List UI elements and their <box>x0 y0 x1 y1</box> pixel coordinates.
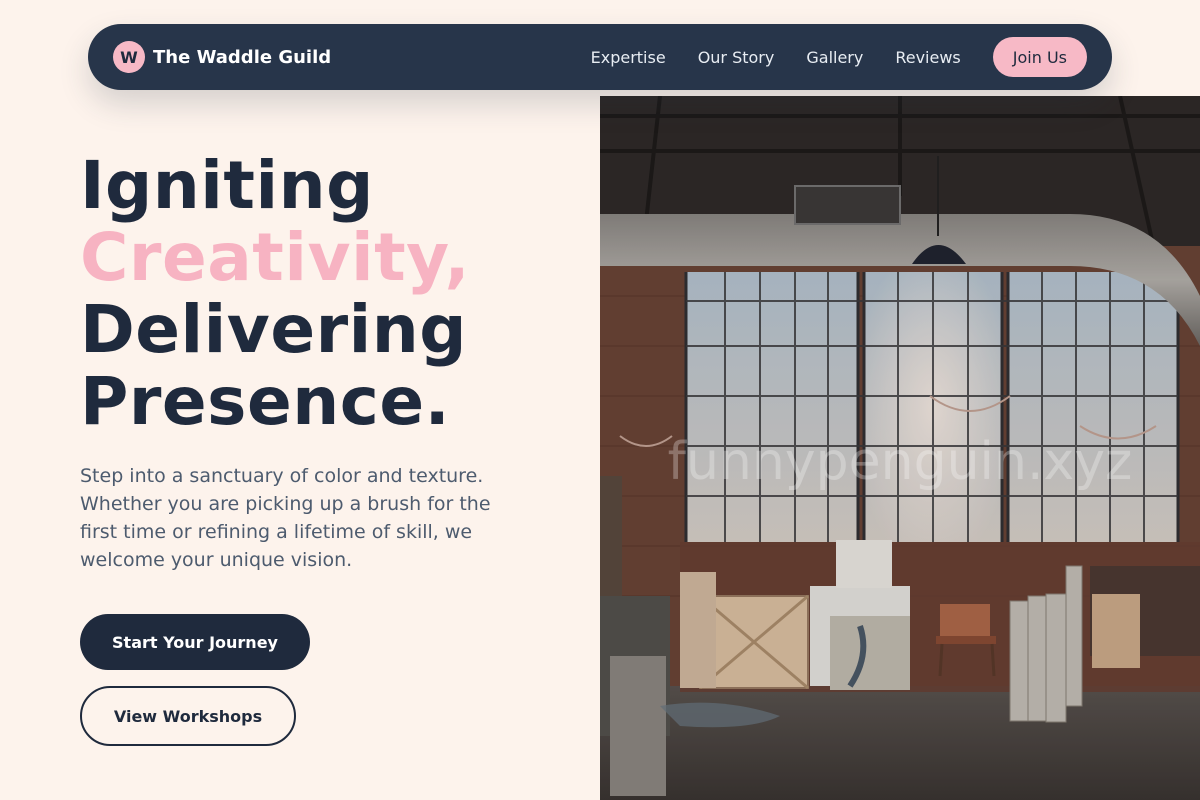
hero-title-line-3: Delivering <box>80 291 467 368</box>
top-nav: W The Waddle Guild Expertise Our Story G… <box>88 24 1112 90</box>
nav-links: Expertise Our Story Gallery Reviews <box>591 48 961 67</box>
brand-name[interactable]: The Waddle Guild <box>153 47 331 68</box>
nav-link-expertise[interactable]: Expertise <box>591 48 666 67</box>
hero-title: Igniting Creativity, Delivering Presence… <box>80 150 470 438</box>
nav-link-our-story[interactable]: Our Story <box>698 48 775 67</box>
hero-description: Step into a sanctuary of color and textu… <box>80 465 491 571</box>
logo-icon[interactable]: W <box>113 41 145 73</box>
join-us-button[interactable]: Join Us <box>992 37 1087 77</box>
hero-title-line-2: Creativity, <box>80 219 471 296</box>
hero-title-line-4: Presence. <box>80 363 451 440</box>
page: W The Waddle Guild Expertise Our Story G… <box>0 0 1200 800</box>
watermark-text: funnypenguin.xyz <box>668 432 1133 492</box>
hero-title-line-1: Igniting <box>80 147 374 224</box>
nav-link-gallery[interactable]: Gallery <box>806 48 863 67</box>
start-journey-button[interactable]: Start Your Journey <box>80 614 310 670</box>
view-workshops-button[interactable]: View Workshops <box>80 686 296 746</box>
nav-link-reviews[interactable]: Reviews <box>895 48 960 67</box>
studio-photo: funnypenguin.xyz <box>600 96 1200 800</box>
